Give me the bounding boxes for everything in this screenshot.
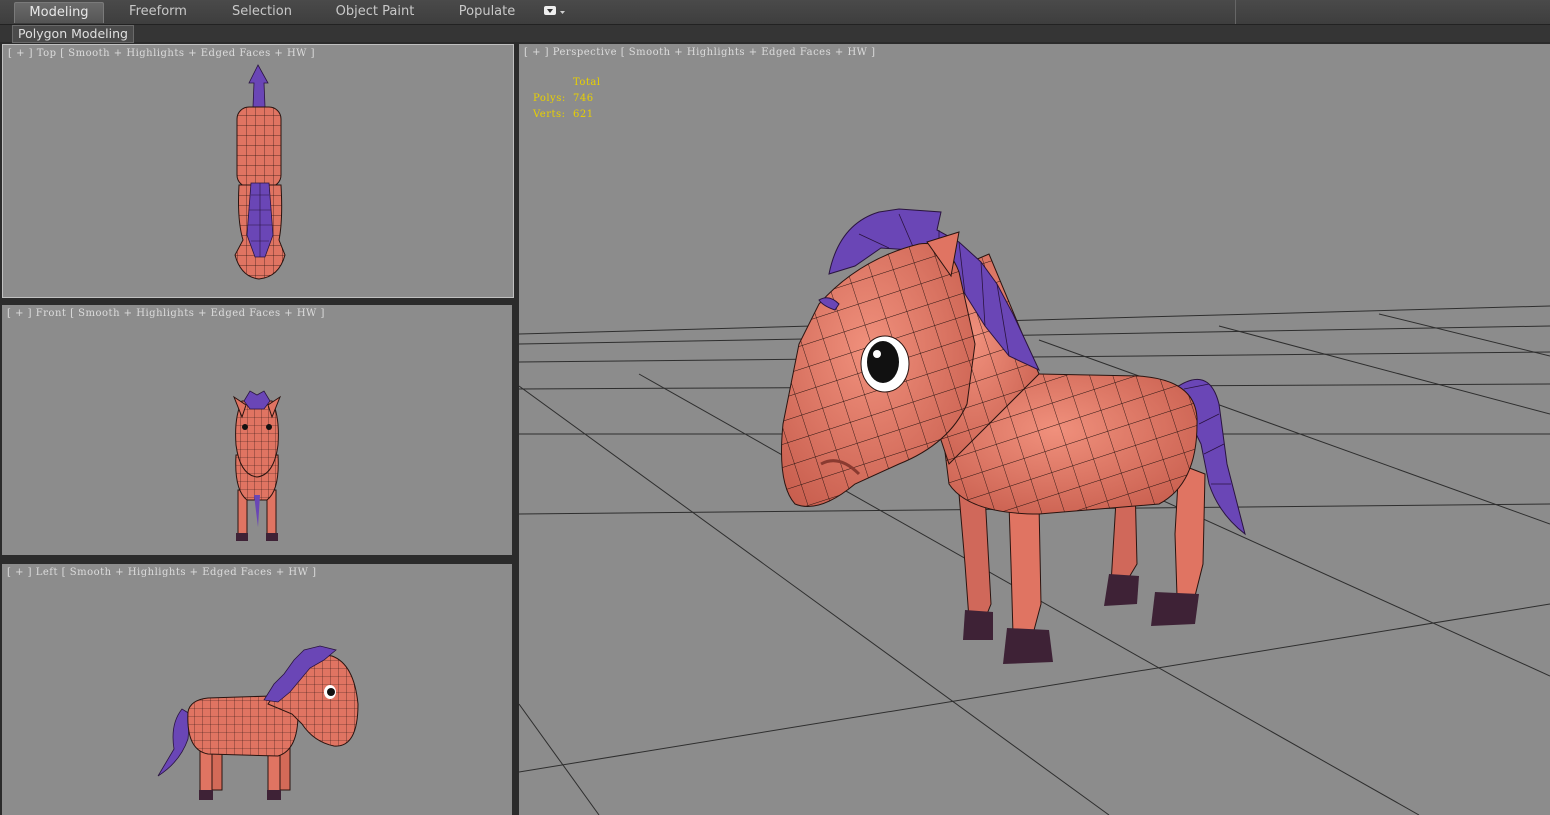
tab-populate[interactable]: Populate [440, 2, 534, 22]
viewport-left[interactable]: [ + ] Left [ Smooth + Highlights + Edged… [2, 564, 512, 815]
viewport-perspective[interactable]: [ + ] Perspective [ Smooth + Highlights … [519, 44, 1550, 815]
horse-front-view [232, 390, 282, 541]
polygon-modeling-button[interactable]: Polygon Modeling [12, 25, 134, 43]
tab-object-paint[interactable]: Object Paint [320, 2, 430, 22]
ribbon-bar: Modeling Freeform Selection Object Paint… [0, 0, 1550, 25]
stats-verts-label: Verts: [533, 109, 566, 120]
tab-modeling[interactable]: Modeling [14, 2, 104, 23]
perspective-scene [519, 208, 1550, 815]
tab-freeform[interactable]: Freeform [112, 2, 204, 22]
horse-left-view [157, 645, 359, 800]
ribbon-separator [1235, 0, 1236, 24]
ribbon-panel-bar: Polygon Modeling [0, 25, 1550, 43]
stats-verts-value: 621 [573, 109, 594, 120]
stats-total-header: Total [573, 77, 601, 88]
stats-polys-value: 746 [573, 93, 594, 104]
horse-model [781, 208, 1246, 664]
stats-polys-label: Polys: [533, 93, 566, 104]
horse-top-view [234, 64, 286, 280]
viewport-top[interactable]: [ + ] Top [ Smooth + Highlights + Edged … [2, 44, 514, 298]
viewport-perspective-label[interactable]: [ + ] Perspective [ Smooth + Highlights … [524, 47, 876, 58]
tab-selection[interactable]: Selection [214, 2, 310, 22]
viewport-front[interactable]: [ + ] Front [ Smooth + Highlights + Edge… [2, 305, 512, 555]
panel-dropdown-icon[interactable] [543, 5, 567, 19]
